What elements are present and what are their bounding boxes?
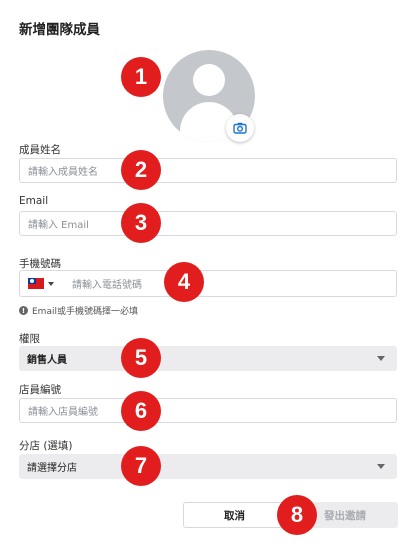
marker-1: 1 (121, 57, 161, 97)
staff-id-placeholder: 請輸入店員編號 (28, 407, 98, 418)
staff-id-input[interactable]: 請輸入店員編號 (19, 398, 397, 423)
dialog-title: 新增團隊成員 (19, 22, 100, 38)
email-input[interactable]: 請輸入 Email (19, 211, 397, 236)
marker-8: 8 (277, 495, 317, 535)
avatar-uploader[interactable] (163, 50, 255, 142)
chevron-down-icon (377, 356, 385, 361)
phone-label: 手機號碼 (19, 258, 61, 270)
country-code-select[interactable] (28, 278, 54, 289)
marker-5: 5 (121, 338, 161, 378)
branch-select[interactable]: 請選擇分店 (19, 454, 397, 479)
marker-2: 2 (121, 150, 161, 190)
contact-hint: ! Email或手機號碼擇一必填 (19, 304, 138, 317)
name-input[interactable]: 請輸入成員姓名 (19, 158, 397, 183)
role-select[interactable]: 銷售人員 (19, 346, 397, 371)
marker-7: 7 (121, 446, 161, 486)
chevron-down-icon (48, 281, 54, 286)
staff-id-label: 店員編號 (19, 384, 61, 396)
branch-value: 請選擇分店 (27, 463, 77, 474)
chevron-down-icon (377, 464, 385, 469)
cancel-button[interactable]: 取消 (183, 502, 286, 528)
role-label: 權限 (19, 333, 40, 345)
branch-label: 分店 (選填) (19, 440, 73, 452)
camera-icon[interactable] (226, 114, 254, 142)
info-icon: ! (19, 306, 28, 315)
contact-hint-text: Email或手機號碼擇一必填 (32, 307, 138, 317)
role-value: 銷售人員 (27, 355, 67, 366)
phone-placeholder: 請輸入電話號碼 (72, 280, 142, 291)
taiwan-flag-icon (28, 278, 44, 289)
email-placeholder: 請輸入 Email (28, 220, 89, 231)
email-label: Email (19, 195, 49, 207)
marker-6: 6 (121, 391, 161, 431)
marker-4: 4 (164, 262, 204, 302)
phone-input[interactable]: 請輸入電話號碼 (19, 270, 397, 297)
name-label: 成員姓名 (19, 144, 61, 156)
marker-3: 3 (121, 203, 161, 243)
name-placeholder: 請輸入成員姓名 (28, 167, 98, 178)
